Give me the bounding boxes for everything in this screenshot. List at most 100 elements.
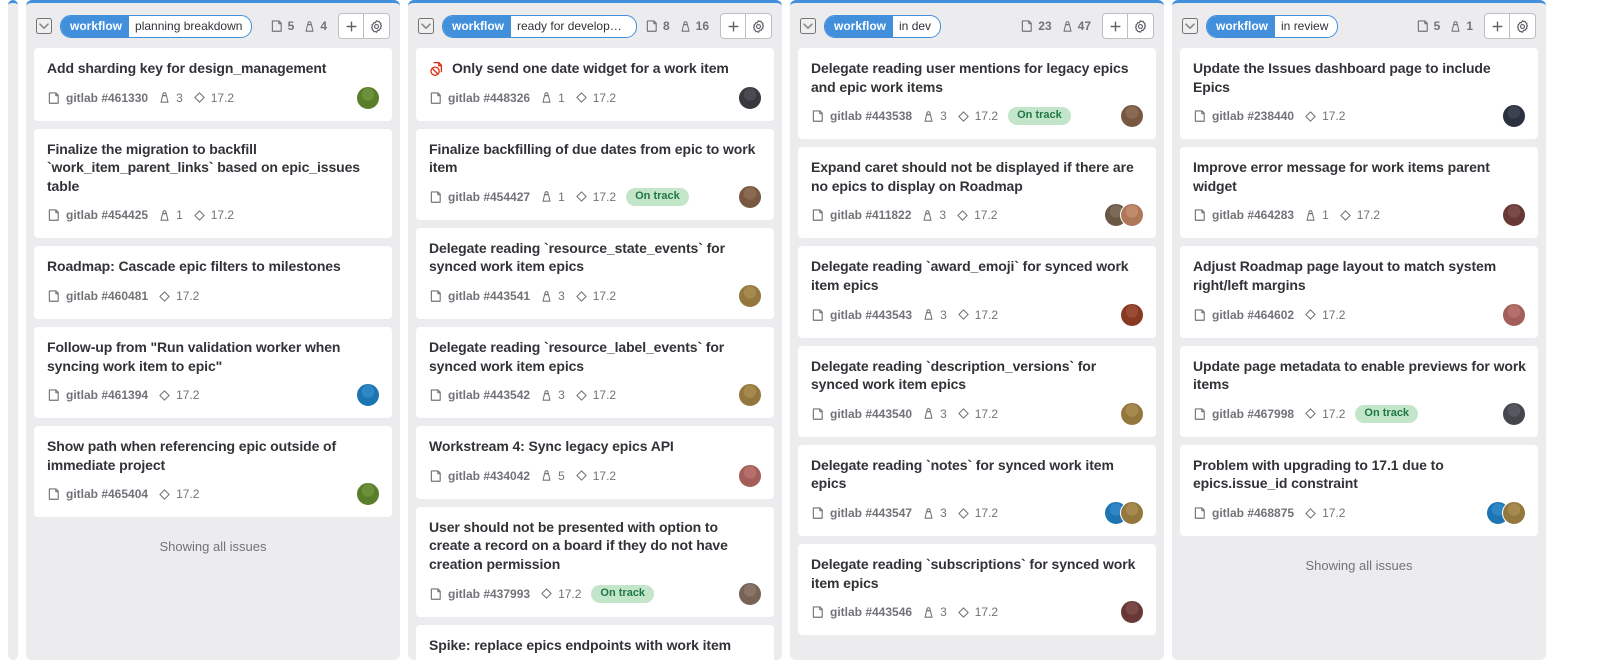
card-issue-reference-text: gitlab #443546 (830, 605, 913, 620)
board-list-cards[interactable]: Only send one date widget for a work ite… (408, 48, 782, 660)
add-issue-button[interactable] (1484, 13, 1510, 39)
board-card[interactable]: Delegate reading `notes` for synced work… (798, 444, 1156, 537)
avatar[interactable] (356, 482, 380, 507)
card-title[interactable]: Follow-up from "Run validation worker wh… (47, 338, 380, 375)
avatar[interactable] (1120, 104, 1144, 129)
card-title[interactable]: Only send one date widget for a work ite… (452, 59, 729, 78)
board-card[interactable]: Spike: replace epics endpoints with work… (416, 624, 774, 660)
list-label-pill[interactable]: workflow in dev (824, 14, 942, 38)
collapse-list-button[interactable] (36, 18, 52, 34)
board-card[interactable]: Delegate reading user mentions for legac… (798, 48, 1156, 140)
avatar[interactable] (1502, 203, 1526, 228)
avatar[interactable] (1120, 302, 1144, 327)
board-card[interactable]: Finalize the migration to backfill `work… (34, 128, 392, 239)
card-assignees (1502, 104, 1526, 129)
card-milestone-value: 17.2 (1322, 307, 1346, 322)
board-card[interactable]: Workstream 4: Sync legacy epics API gitla… (416, 426, 774, 499)
board-card[interactable]: Follow-up from "Run validation worker wh… (34, 327, 392, 419)
add-issue-button[interactable] (720, 13, 746, 39)
card-title[interactable]: Finalize the migration to backfill `work… (47, 140, 380, 196)
list-label-pill[interactable]: workflow in review (1206, 14, 1339, 38)
card-title[interactable]: Workstream 4: Sync legacy epics API (429, 437, 674, 456)
avatar[interactable] (1120, 501, 1144, 526)
weight-icon (922, 507, 935, 520)
board-list-cards[interactable]: Add sharding key for design_managementgi… (26, 48, 400, 660)
card-title[interactable]: Improve error message for work items par… (1193, 158, 1526, 195)
board-card[interactable]: Update the Issues dashboard page to incl… (1180, 48, 1538, 140)
card-title[interactable]: Update page metadata to enable previews … (1193, 357, 1526, 394)
card-title[interactable]: Delegate reading `resource_state_events`… (429, 239, 762, 276)
card-title[interactable]: Update the Issues dashboard page to incl… (1193, 59, 1526, 96)
avatar[interactable] (1120, 600, 1144, 625)
avatar[interactable] (1120, 401, 1144, 426)
avatar[interactable] (738, 85, 762, 110)
card-title[interactable]: Add sharding key for design_management (47, 59, 326, 78)
board-card[interactable]: Finalize backfilling of due dates from e… (416, 128, 774, 220)
collapse-list-button[interactable] (1182, 18, 1198, 34)
board-card[interactable]: Add sharding key for design_management gi… (34, 48, 392, 121)
issue-icon (47, 208, 61, 222)
add-issue-button[interactable] (1102, 13, 1128, 39)
collapse-list-button[interactable] (800, 18, 816, 34)
avatar[interactable] (1120, 203, 1144, 228)
card-title[interactable]: Delegate reading `award_emoji` for synce… (811, 257, 1144, 294)
board-card[interactable]: Delegate reading `award_emoji` for synce… (798, 246, 1156, 338)
board-card[interactable]: Delegate reading `resource_state_events`… (416, 227, 774, 320)
board-card[interactable]: Improve error message for work items par… (1180, 147, 1538, 239)
card-title[interactable]: Delegate reading `subscriptions` for syn… (811, 555, 1144, 592)
avatar[interactable] (356, 85, 380, 110)
list-settings-button[interactable] (364, 13, 390, 39)
card-issue-reference-text: gitlab #443547 (830, 506, 913, 521)
card-title[interactable]: Spike: replace epics endpoints with work… (429, 636, 731, 655)
board-list-cards[interactable]: Update the Issues dashboard page to incl… (1172, 48, 1546, 660)
card-title[interactable]: Problem with upgrading to 17.1 due to ep… (1193, 456, 1526, 493)
avatar[interactable] (738, 184, 762, 209)
avatar[interactable] (1502, 501, 1526, 526)
avatar[interactable] (1502, 401, 1526, 426)
avatar[interactable] (356, 383, 380, 408)
list-settings-button[interactable] (746, 13, 772, 39)
gear-icon (1515, 19, 1530, 34)
card-title[interactable]: Roadmap: Cascade epic filters to milesto… (47, 257, 341, 276)
card-title[interactable]: Show path when referencing epic outside … (47, 437, 380, 474)
card-assignees (738, 184, 762, 209)
card-title[interactable]: Delegate reading `notes` for synced work… (811, 456, 1144, 493)
avatar[interactable] (738, 284, 762, 309)
board-card[interactable]: Only send one date widget for a work ite… (416, 48, 774, 121)
board-card[interactable]: User should not be presented with option… (416, 506, 774, 617)
label-value: ready for development (517, 18, 636, 33)
add-issue-button[interactable] (338, 13, 364, 39)
avatar[interactable] (1502, 302, 1526, 327)
avatar[interactable] (738, 383, 762, 408)
card-title[interactable]: Finalize backfilling of due dates from e… (429, 140, 762, 177)
list-settings-button[interactable] (1128, 13, 1154, 39)
board-card[interactable]: Delegate reading `resource_label_events`… (416, 327, 774, 419)
board-card[interactable]: Expand caret should not be displayed if … (798, 147, 1156, 239)
card-footer: gitlab #437993 17.2 On track (429, 581, 762, 606)
card-title[interactable]: Adjust Roadmap page layout to match syst… (1193, 257, 1526, 294)
card-title[interactable]: Delegate reading `resource_label_events`… (429, 338, 762, 375)
card-issue-reference-text: gitlab #443538 (830, 109, 913, 124)
milestone-icon (193, 91, 206, 104)
board-list-cards[interactable]: Delegate reading user mentions for legac… (790, 48, 1164, 660)
card-title[interactable]: Delegate reading user mentions for legac… (811, 59, 1144, 96)
board-card[interactable]: Adjust Roadmap page layout to match syst… (1180, 246, 1538, 338)
collapse-list-button[interactable] (418, 18, 434, 34)
board-card[interactable]: Show path when referencing epic outside … (34, 426, 392, 518)
board-card[interactable]: Roadmap: Cascade epic filters to milesto… (34, 246, 392, 320)
card-issue-reference-text: gitlab #454425 (66, 208, 149, 223)
card-title[interactable]: Delegate reading `description_versions` … (811, 357, 1144, 394)
avatar[interactable] (738, 463, 762, 488)
card-title-row: Update page metadata to enable previews … (1193, 357, 1526, 394)
board-card[interactable]: Update page metadata to enable previews … (1180, 345, 1538, 437)
board-card[interactable]: Delegate reading `description_versions` … (798, 345, 1156, 437)
board-card[interactable]: Problem with upgrading to 17.1 due to ep… (1180, 444, 1538, 537)
card-title[interactable]: User should not be presented with option… (429, 518, 762, 574)
avatar[interactable] (738, 581, 762, 606)
avatar[interactable] (1502, 104, 1526, 129)
list-settings-button[interactable] (1510, 13, 1536, 39)
card-title[interactable]: Expand caret should not be displayed if … (811, 158, 1144, 195)
list-label-pill[interactable]: workflow planning breakdown (60, 14, 253, 38)
list-label-pill[interactable]: workflow ready for development (442, 14, 637, 38)
board-card[interactable]: Delegate reading `subscriptions` for syn… (798, 544, 1156, 636)
